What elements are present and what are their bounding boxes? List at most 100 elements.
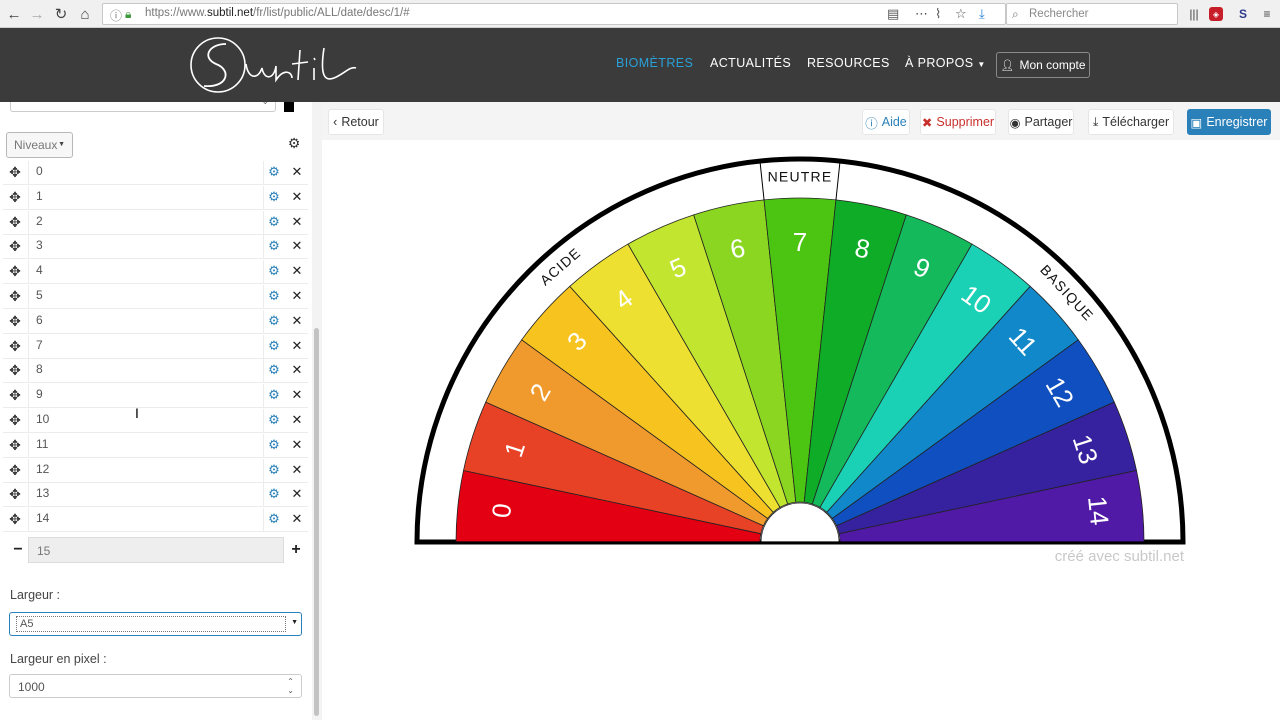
width-select[interactable]: A5 ▼ bbox=[9, 612, 302, 636]
delete-level-icon[interactable]: ✕ bbox=[289, 288, 305, 304]
home-icon[interactable]: ⌂ bbox=[75, 4, 95, 24]
back-arrow-icon[interactable]: ← bbox=[4, 4, 24, 24]
cog-icon[interactable]: ⚙ bbox=[266, 288, 282, 304]
move-icon[interactable]: ✥ bbox=[7, 313, 23, 329]
minus-button[interactable]: − bbox=[8, 540, 28, 560]
font-select[interactable]: ⌄ bbox=[10, 102, 276, 112]
move-icon[interactable]: ✥ bbox=[7, 412, 23, 428]
cog-icon[interactable]: ⚙ bbox=[266, 214, 282, 230]
move-icon[interactable]: ✥ bbox=[7, 214, 23, 230]
delete-level-icon[interactable]: ✕ bbox=[289, 214, 305, 230]
cog-icon[interactable]: ⚙ bbox=[266, 238, 282, 254]
info-icon[interactable]: ⓘ bbox=[110, 7, 122, 24]
level-input[interactable]: 7 bbox=[28, 334, 264, 358]
delete-level-icon[interactable]: ✕ bbox=[289, 387, 305, 403]
cog-icon[interactable]: ⚙ bbox=[266, 362, 282, 378]
delete-level-icon[interactable]: ✕ bbox=[289, 362, 305, 378]
rss-icon[interactable]: ⌇ bbox=[935, 6, 941, 22]
bookmark-star-icon[interactable]: ☆ bbox=[955, 6, 967, 22]
search-icon: ⌕ bbox=[1012, 7, 1019, 21]
cog-icon[interactable]: ⚙ bbox=[266, 387, 282, 403]
level-input[interactable]: 0 bbox=[28, 161, 264, 184]
level-input[interactable]: 1 bbox=[28, 185, 264, 209]
delete-level-icon[interactable]: ✕ bbox=[289, 486, 305, 502]
segment-label-14: 14 bbox=[1082, 495, 1115, 527]
delete-level-icon[interactable]: ✕ bbox=[289, 462, 305, 478]
site-header: BIOMÈTRES ACTUALITÉS RESOURCES À PROPOS … bbox=[0, 28, 1280, 102]
extension-s-icon[interactable]: S bbox=[1234, 5, 1252, 23]
sidebar-scrollbar-thumb[interactable] bbox=[314, 328, 319, 716]
biometer-chart[interactable]: 0123456 7 891011121314ACIDENEUTREBASIQUE bbox=[322, 102, 1280, 720]
move-icon[interactable]: ✥ bbox=[7, 387, 23, 403]
cog-icon[interactable]: ⚙ bbox=[266, 462, 282, 478]
level-input[interactable]: 13 bbox=[28, 483, 264, 507]
delete-level-icon[interactable]: ✕ bbox=[289, 412, 305, 428]
cog-icon[interactable]: ⚙ bbox=[266, 313, 282, 329]
move-icon[interactable]: ✥ bbox=[7, 362, 23, 378]
forward-arrow-icon[interactable]: → bbox=[27, 4, 47, 24]
nav-biometres[interactable]: BIOMÈTRES bbox=[616, 56, 693, 70]
levels-dropdown[interactable]: Niveaux ▼ bbox=[6, 132, 73, 158]
level-input[interactable]: 5 bbox=[28, 285, 264, 308]
delete-level-icon[interactable]: ✕ bbox=[289, 263, 305, 279]
menu-icon[interactable]: ≡ bbox=[1258, 5, 1276, 23]
delete-level-icon[interactable]: ✕ bbox=[289, 437, 305, 453]
lock-icon: 🔒︎ bbox=[125, 7, 132, 21]
pixel-width-input[interactable]: 1000 ⌃ ⌄ bbox=[9, 674, 302, 698]
level-input[interactable]: 10 bbox=[28, 409, 264, 432]
reader-view-icon[interactable]: ▤ bbox=[887, 6, 899, 22]
gear-icon[interactable]: ⚙ bbox=[286, 135, 302, 151]
page-actions-icon[interactable]: ⋯ bbox=[915, 6, 928, 22]
library-icon[interactable]: ||| bbox=[1185, 5, 1203, 23]
cog-icon[interactable]: ⚙ bbox=[266, 511, 282, 527]
cog-icon[interactable]: ⚙ bbox=[266, 263, 282, 279]
cog-icon[interactable]: ⚙ bbox=[266, 338, 282, 354]
delete-level-icon[interactable]: ✕ bbox=[289, 338, 305, 354]
level-count-input[interactable]: 15 bbox=[28, 537, 284, 563]
reload-icon[interactable]: ↻ bbox=[51, 4, 71, 24]
nav-apropos[interactable]: À PROPOS ▼ bbox=[905, 56, 986, 70]
level-input[interactable]: 4 bbox=[28, 260, 264, 284]
color-swatch[interactable] bbox=[284, 102, 294, 112]
move-icon[interactable]: ✥ bbox=[7, 238, 23, 254]
level-input[interactable]: 9 bbox=[28, 384, 264, 408]
browser-search[interactable]: ⌕ Rechercher bbox=[1006, 3, 1178, 25]
plus-button[interactable]: + bbox=[286, 540, 306, 560]
delete-level-icon[interactable]: ✕ bbox=[289, 511, 305, 527]
move-icon[interactable]: ✥ bbox=[7, 462, 23, 478]
level-input[interactable]: 12 bbox=[28, 458, 264, 482]
url-bar[interactable]: ⓘ 🔒︎ https://www.subtil.net/fr/list/publ… bbox=[102, 3, 1006, 25]
delete-level-icon[interactable]: ✕ bbox=[289, 164, 305, 180]
delete-level-icon[interactable]: ✕ bbox=[289, 313, 305, 329]
download-icon[interactable]: ⤓ bbox=[979, 6, 985, 22]
move-icon[interactable]: ✥ bbox=[7, 338, 23, 354]
delete-level-icon[interactable]: ✕ bbox=[289, 189, 305, 205]
level-input[interactable]: 3 bbox=[28, 235, 264, 259]
delete-level-icon[interactable]: ✕ bbox=[289, 238, 305, 254]
cog-icon[interactable]: ⚙ bbox=[266, 189, 282, 205]
spinner-icon[interactable]: ⌃ ⌄ bbox=[287, 677, 294, 695]
nav-actualites[interactable]: ACTUALITÉS bbox=[710, 56, 791, 70]
level-input[interactable]: 11 bbox=[28, 433, 264, 457]
move-icon[interactable]: ✥ bbox=[7, 437, 23, 453]
nav-resources[interactable]: RESOURCES bbox=[807, 56, 890, 70]
level-row: ✥ 13 ⚙ ✕ bbox=[3, 483, 308, 508]
move-icon[interactable]: ✥ bbox=[7, 164, 23, 180]
level-input[interactable]: 14 bbox=[28, 508, 264, 532]
ublock-icon[interactable]: ◈ bbox=[1209, 7, 1223, 21]
cog-icon[interactable]: ⚙ bbox=[266, 412, 282, 428]
level-input[interactable]: 8 bbox=[28, 359, 264, 383]
move-icon[interactable]: ✥ bbox=[7, 263, 23, 279]
cog-icon[interactable]: ⚙ bbox=[266, 164, 282, 180]
cog-icon[interactable]: ⚙ bbox=[266, 437, 282, 453]
level-input[interactable]: 6 bbox=[28, 309, 264, 333]
level-input[interactable]: 2 bbox=[28, 210, 264, 234]
subtil-logo[interactable] bbox=[188, 34, 358, 96]
move-icon[interactable]: ✥ bbox=[7, 511, 23, 527]
account-button[interactable]: 👤︎ Mon compte bbox=[996, 52, 1090, 78]
move-icon[interactable]: ✥ bbox=[7, 486, 23, 502]
cog-icon[interactable]: ⚙ bbox=[266, 486, 282, 502]
level-row: ✥ 9 ⚙ ✕ bbox=[3, 384, 308, 409]
move-icon[interactable]: ✥ bbox=[7, 288, 23, 304]
move-icon[interactable]: ✥ bbox=[7, 189, 23, 205]
